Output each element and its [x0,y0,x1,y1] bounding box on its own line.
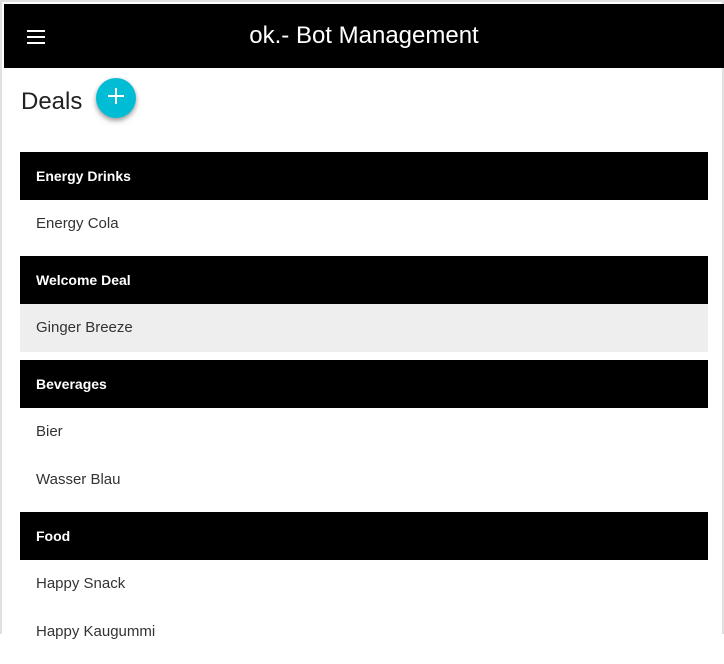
main-content: Deals Energy Drinks Energy Cola Welcome De… [20,68,708,664]
deal-list-item[interactable]: Ginger Breeze [20,304,708,352]
app-frame: ok.- Bot Management Deals Energy Drinks E… [0,0,724,640]
group-items: Energy Cola [20,200,708,248]
deal-list-item[interactable]: Happy Kaugummi [20,608,708,656]
plus-icon [107,87,125,110]
add-deal-button[interactable] [96,78,136,118]
group-items: Happy Snack Happy Kaugummi [20,560,708,656]
top-toolbar: ok.- Bot Management [4,4,724,68]
group-header: Beverages [20,360,708,408]
app-title: ok.- Bot Management [249,22,479,49]
deal-list-item[interactable]: Energy Cola [20,200,708,248]
deals-header: Deals [20,68,708,152]
group-items: Ginger Breeze [20,304,708,352]
page-title: Deals [21,88,83,115]
group-header: Welcome Deal [20,256,708,304]
group-header: Energy Drinks [20,152,708,200]
deal-list-item[interactable]: Wasser Blau [20,456,708,504]
deal-list-item[interactable]: Bier [20,408,708,456]
group-items: Bier Wasser Blau [20,408,708,504]
group-header: Food [20,512,708,560]
deal-groups-list: Energy Drinks Energy Cola Welcome Deal Ging… [20,152,708,656]
deal-list-item[interactable]: Happy Snack [20,560,708,608]
